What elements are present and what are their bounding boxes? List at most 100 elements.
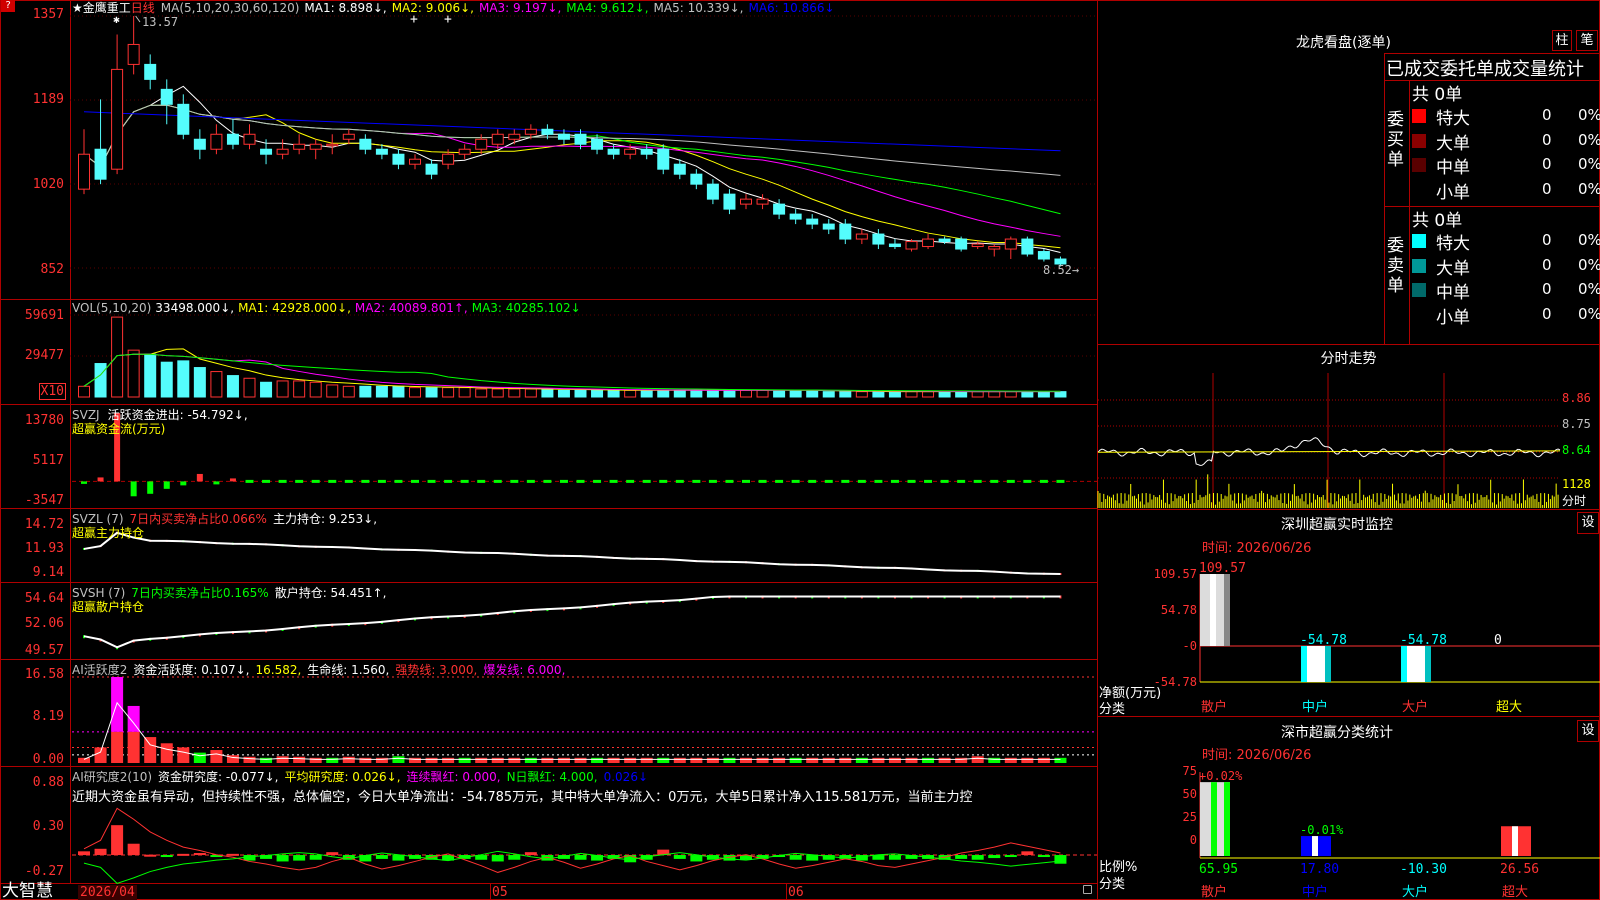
candle-body: [557, 133, 570, 140]
candle-body: [458, 148, 471, 155]
volume-bar: [640, 389, 653, 398]
sell-row-pct: 0%: [1578, 231, 1600, 249]
x-label-start: 2026/04: [78, 885, 137, 900]
szm-category-label: 中户: [1302, 699, 1328, 715]
ai-activity-bar: [855, 757, 868, 763]
header-segment: MA1: 8.898↓,: [304, 1, 387, 15]
svzj-bar: [543, 479, 552, 483]
svzj-tick: 5117: [32, 453, 64, 468]
svsh-tick: 49.57: [24, 643, 64, 658]
candle-body: [723, 193, 736, 210]
svzj-bar: [708, 479, 717, 483]
stock-name[interactable]: 金鹰重工: [83, 1, 131, 15]
ai-activity-bar: [888, 757, 901, 763]
air-bar: [1004, 855, 1017, 858]
ai-activity-bar: [425, 757, 438, 763]
candle-body: [375, 148, 388, 155]
candle-body: [78, 153, 90, 190]
sz-class-y-axis: 75 50 25 0: [1097, 763, 1199, 863]
ai-activity-bar: [557, 757, 570, 763]
buy-row-count: 0: [1542, 106, 1552, 124]
candle-body: [773, 203, 786, 215]
air-bar: [326, 852, 339, 856]
svzj-bar: [775, 479, 784, 483]
sell-row-count: 0: [1542, 280, 1552, 298]
candle-body: [144, 63, 157, 80]
intraday-tick: 8.75: [1562, 417, 1591, 431]
buy-row-pct: 0%: [1578, 130, 1600, 149]
svzj-bar: [213, 481, 220, 485]
volume-bar: [971, 391, 984, 398]
ai-activity-bar: [342, 756, 355, 763]
candle-body: [905, 241, 918, 250]
sell-row-label: 大单: [1436, 258, 1470, 279]
air-bar: [806, 855, 819, 861]
candle-body: [806, 218, 819, 225]
x-label-05: 05: [492, 885, 508, 900]
ai-activity-bar: [359, 757, 372, 763]
volume-bar: [789, 389, 802, 398]
ai-activity-bar: [491, 757, 504, 763]
header-segment: 资金研究度: -0.077↓,: [158, 770, 279, 784]
header-segment: MA1: 42928.000↓,: [238, 301, 351, 315]
svzj-bar: [196, 473, 203, 482]
svzj-bar: [1006, 479, 1015, 483]
ai-activity-bar: [756, 757, 769, 763]
sz-monitor-settings-button[interactable]: 设: [1577, 512, 1599, 534]
air-bar: [1054, 855, 1067, 864]
svzj-bar: [940, 479, 949, 483]
volume-bar: [260, 381, 273, 398]
volume-bar: [673, 389, 686, 398]
candle-body: [359, 138, 372, 150]
sell-row-label: 小单: [1436, 307, 1470, 328]
sz-class-time: 时间: 2026/06/26: [1202, 748, 1312, 763]
air-curve: [83, 807, 1061, 873]
candle-body: [260, 148, 273, 155]
svsh-title: 超赢散户持仓: [72, 600, 145, 614]
buy-row-count: 0: [1542, 130, 1552, 149]
szm-category-label: 散户: [1201, 699, 1227, 715]
ai-activity-bar: [94, 747, 107, 763]
svsh-tick: 52.06: [24, 616, 64, 631]
sell-color-swatch: [1412, 234, 1426, 248]
air-bar: [971, 855, 984, 860]
svzj-bar: [857, 479, 866, 483]
volume-bar: [276, 380, 289, 398]
svzj-bar: [742, 479, 750, 483]
sz-monitor-chart: 109.57 散户 -54.78 中户 -54.78 大户 0 超大: [1199, 561, 1600, 715]
sz-class-settings-button[interactable]: 设: [1577, 720, 1599, 742]
svzj-bar: [180, 481, 187, 486]
ai-header: AI活跃度2 资金活跃度: 0.107↓, 16.582, 生命线: 1.560, 强势…: [72, 661, 571, 678]
brand-logo[interactable]: 大智慧: [2, 883, 53, 900]
szm-data-label: 109.57: [1199, 561, 1246, 576]
ai-activity-bar: [706, 757, 719, 763]
volume-bar: [905, 391, 918, 398]
tick-view-button[interactable]: 笔: [1576, 30, 1598, 51]
intraday-vol-tick: 1128: [1562, 477, 1591, 491]
lock-icon[interactable]: [1083, 885, 1092, 894]
ai-activity-bar: [458, 757, 471, 763]
candle-body: [94, 148, 107, 180]
ai-activity-bar: [508, 757, 521, 763]
ai-activity-bar: [442, 757, 455, 763]
svzj-bar: [245, 479, 254, 483]
sell-row-label: 中单: [1436, 283, 1470, 303]
szc-value-label: 65.95: [1199, 862, 1238, 877]
candle-body: [872, 233, 885, 245]
svzj-bar: [526, 479, 535, 483]
bar-view-button[interactable]: 柱: [1552, 30, 1572, 51]
ai-activity-bar: [574, 757, 587, 763]
candle-body: [508, 133, 521, 140]
svzj-bar: [990, 479, 999, 483]
svzj-bar: [973, 479, 982, 483]
svzj-bar: [278, 479, 287, 483]
szm-tick: 109.57: [1153, 567, 1197, 581]
period-label[interactable]: 日线: [131, 1, 155, 15]
candle-body: [607, 148, 620, 155]
ai-activity-bar: [591, 757, 604, 763]
svzj-bar: [295, 479, 304, 483]
ai-activity-bar: [657, 757, 670, 763]
volume-panel: [70, 314, 1097, 398]
ai-activity-bar: [872, 757, 885, 763]
svzj-y-axis: 13780 5117 -3547: [0, 405, 68, 509]
